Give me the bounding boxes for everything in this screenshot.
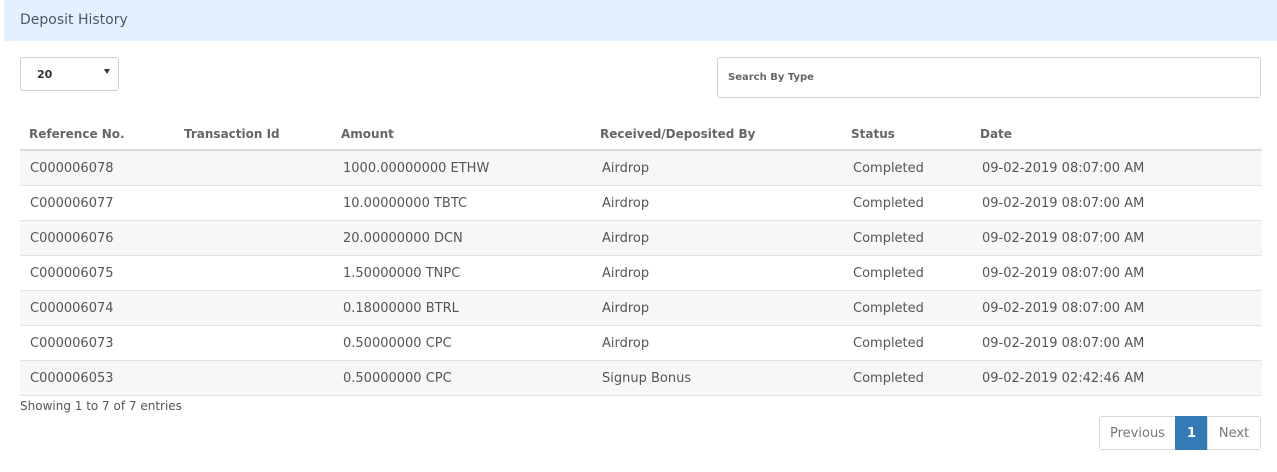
chevron-down-icon — [104, 69, 110, 74]
cell-status: Completed — [853, 266, 924, 281]
cell-status: Completed — [853, 336, 924, 351]
cell-amount: 1.50000000 TNPC — [343, 266, 461, 281]
table-row: C000006053 0.50000000 CPC Signup Bonus Comp… — [20, 361, 1262, 396]
cell-date: 09-02-2019 08:07:00 AM — [982, 161, 1145, 176]
cell-status: Completed — [853, 301, 924, 316]
entries-per-page-value: 20 — [37, 68, 53, 81]
deposit-history-table: Reference No. Transaction Id Amount Rece… — [20, 117, 1262, 396]
cell-received-by: Airdrop — [602, 336, 650, 351]
cell-reference: C000006077 — [30, 196, 114, 211]
cell-amount: 0.50000000 CPC — [343, 371, 452, 386]
cell-date: 09-02-2019 02:42:46 AM — [982, 371, 1145, 386]
table-row: C000006075 1.50000000 TNPC Airdrop Complete… — [20, 256, 1262, 291]
page-1-button[interactable]: 1 — [1175, 416, 1208, 450]
column-header-reference[interactable]: Reference No. — [29, 127, 125, 141]
table-row: C000006077 10.00000000 TBTC Airdrop Complet… — [20, 186, 1262, 221]
table-row: C000006073 0.50000000 CPC Airdrop Completed… — [20, 326, 1262, 361]
column-header-received-by[interactable]: Received/Deposited By — [600, 127, 755, 141]
cell-status: Completed — [853, 231, 924, 246]
panel-title: Deposit History — [20, 12, 128, 28]
previous-page-button[interactable]: Previous — [1099, 416, 1176, 450]
cell-amount: 1000.00000000 ETHW — [343, 161, 490, 176]
cell-date: 09-02-2019 08:07:00 AM — [982, 196, 1145, 211]
cell-reference: C000006078 — [30, 161, 114, 176]
cell-status: Completed — [853, 196, 924, 211]
cell-amount: 10.00000000 TBTC — [343, 196, 468, 211]
cell-date: 09-02-2019 08:07:00 AM — [982, 266, 1145, 281]
column-header-date[interactable]: Date — [980, 127, 1012, 141]
cell-received-by: Airdrop — [602, 301, 650, 316]
table-row: C000006076 20.00000000 DCN Airdrop Complete… — [20, 221, 1262, 256]
cell-reference: C000006073 — [30, 336, 114, 351]
cell-reference: C000006074 — [30, 301, 114, 316]
search-field[interactable] — [717, 57, 1261, 98]
cell-received-by: Airdrop — [602, 266, 650, 281]
table-row: C000006074 0.18000000 BTRL Airdrop Complete… — [20, 291, 1262, 326]
column-header-transaction-id[interactable]: Transaction Id — [184, 127, 280, 141]
entries-info: Showing 1 to 7 of 7 entries — [20, 399, 182, 413]
cell-date: 09-02-2019 08:07:00 AM — [982, 301, 1145, 316]
cell-received-by: Airdrop — [602, 161, 650, 176]
cell-date: 09-02-2019 08:07:00 AM — [982, 336, 1145, 351]
deposit-history-panel: Deposit History 20 Reference No. Transac… — [4, 0, 1277, 472]
cell-reference: C000006075 — [30, 266, 114, 281]
cell-received-by: Airdrop — [602, 231, 650, 246]
cell-status: Completed — [853, 161, 924, 176]
next-page-button[interactable]: Next — [1207, 416, 1261, 450]
search-input[interactable] — [718, 58, 1260, 97]
panel-header: Deposit History — [4, 0, 1277, 41]
cell-amount: 0.18000000 BTRL — [343, 301, 459, 316]
cell-amount: 0.50000000 CPC — [343, 336, 452, 351]
table-body: C000006078 1000.00000000 ETHW Airdrop Compl… — [20, 151, 1262, 396]
cell-status: Completed — [853, 371, 924, 386]
entries-per-page-select[interactable]: 20 — [20, 57, 119, 91]
cell-reference: C000006076 — [30, 231, 114, 246]
cell-received-by: Signup Bonus — [602, 371, 692, 386]
cell-amount: 20.00000000 DCN — [343, 231, 463, 246]
cell-received-by: Airdrop — [602, 196, 650, 211]
table-header-row: Reference No. Transaction Id Amount Rece… — [20, 117, 1262, 151]
pagination: Previous 1 Next — [1099, 416, 1261, 450]
cell-date: 09-02-2019 08:07:00 AM — [982, 231, 1145, 246]
table-row: C000006078 1000.00000000 ETHW Airdrop Compl… — [20, 151, 1262, 186]
cell-reference: C000006053 — [30, 371, 114, 386]
column-header-status[interactable]: Status — [851, 127, 895, 141]
column-header-amount[interactable]: Amount — [341, 127, 394, 141]
